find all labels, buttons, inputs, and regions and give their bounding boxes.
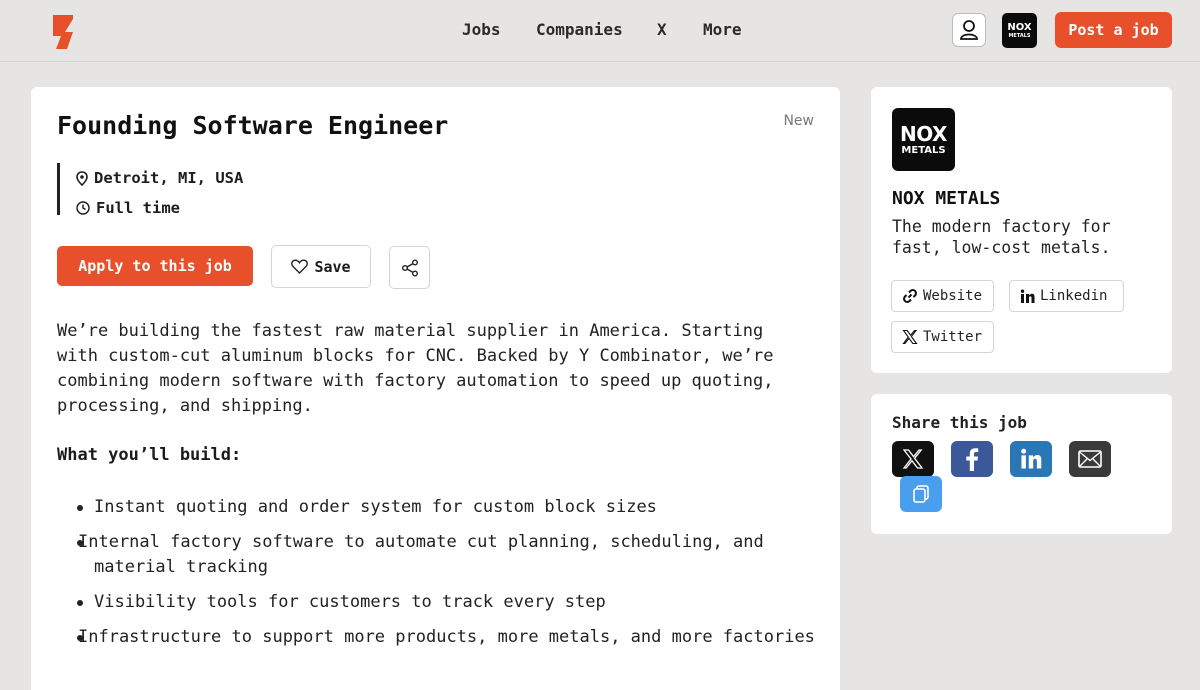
website-label: Website — [923, 288, 983, 304]
job-meta: Detroit, MI, USA Full time — [57, 163, 243, 217]
linkedin-icon — [1021, 448, 1042, 469]
section-heading: What you’ll build: — [57, 445, 242, 465]
job-title: Founding Software Engineer — [57, 111, 449, 140]
company-logo-line2: METALS — [901, 144, 946, 156]
save-button[interactable]: Save — [271, 245, 371, 288]
list-item: Instant quoting and order system for cus… — [77, 495, 818, 520]
company-logo-line1: NOX — [900, 121, 947, 146]
company-avatar[interactable]: NOX METALS — [1002, 13, 1037, 48]
share-email-button[interactable] — [1069, 441, 1111, 477]
job-description: We’re building the fastest raw material … — [57, 321, 774, 416]
heart-icon — [291, 259, 309, 274]
user-account-button[interactable] — [952, 13, 986, 47]
job-type: Full time — [76, 193, 243, 223]
list-item-text: Internal factory software to automate cu… — [78, 532, 764, 577]
list-item-text: Infrastructure to support more products,… — [78, 627, 815, 647]
new-badge: New — [783, 113, 814, 129]
share-linkedin-button[interactable] — [1010, 441, 1052, 477]
company-avatar-line2: METALS — [1008, 32, 1031, 39]
list-item: Infrastructure to support more products,… — [77, 625, 818, 650]
linkedin-icon — [1020, 289, 1035, 303]
share-heading: Share this job — [892, 413, 1027, 432]
share-facebook-button[interactable] — [951, 441, 993, 477]
company-tagline: The modern factory for fast, low-cost me… — [892, 217, 1111, 257]
company-name[interactable]: NOX METALS — [892, 188, 1000, 209]
share-button[interactable] — [389, 246, 430, 289]
share-job-card: Share this job — [871, 394, 1172, 534]
responsibilities-list: Instant quoting and order system for cus… — [77, 495, 818, 660]
job-location: Detroit, MI, USA — [76, 163, 243, 193]
link-icon — [903, 289, 917, 303]
twitter-link[interactable]: Twitter — [891, 321, 994, 353]
post-a-job-button[interactable]: Post a job — [1055, 12, 1172, 48]
copy-icon — [913, 485, 929, 503]
nav-x[interactable]: X — [657, 20, 667, 39]
top-navigation-bar: Jobs Companies X More NOX METALS Post a … — [0, 0, 1200, 62]
list-item: Visibility tools for customers to track … — [77, 590, 818, 615]
linkedin-label: Linkedin — [1040, 288, 1108, 304]
list-item: Internal factory software to automate cu… — [77, 530, 818, 580]
save-label: Save — [314, 257, 351, 276]
nav-more[interactable]: More — [703, 20, 742, 39]
nav-companies[interactable]: Companies — [536, 20, 623, 39]
share-icon — [401, 259, 418, 276]
list-item-text: Instant quoting and order system for cus… — [94, 497, 657, 517]
nav-jobs[interactable]: Jobs — [462, 20, 501, 39]
x-logo-icon — [902, 329, 918, 345]
job-type-text: Full time — [96, 199, 180, 217]
job-detail-card: Founding Software Engineer New Detroit, … — [31, 87, 840, 690]
user-icon — [960, 20, 978, 40]
x-logo-icon — [902, 449, 924, 469]
company-card: NOX METALS NOX METALS The modern factory… — [871, 87, 1172, 373]
company-avatar-line1: NOX — [1007, 21, 1032, 33]
clock-icon — [76, 201, 90, 215]
copy-link-button[interactable] — [900, 476, 942, 512]
site-logo-icon[interactable] — [52, 15, 74, 49]
linkedin-link[interactable]: Linkedin — [1009, 280, 1124, 312]
list-item-text: Visibility tools for customers to track … — [94, 592, 606, 612]
share-x-button[interactable] — [892, 441, 934, 477]
facebook-icon — [966, 448, 979, 471]
envelope-icon — [1078, 450, 1102, 468]
website-link[interactable]: Website — [891, 280, 994, 312]
location-pin-icon — [76, 170, 88, 186]
company-logo[interactable]: NOX METALS — [892, 108, 955, 171]
job-location-text: Detroit, MI, USA — [94, 169, 244, 187]
twitter-label: Twitter — [923, 329, 983, 345]
apply-button[interactable]: Apply to this job — [57, 246, 253, 286]
